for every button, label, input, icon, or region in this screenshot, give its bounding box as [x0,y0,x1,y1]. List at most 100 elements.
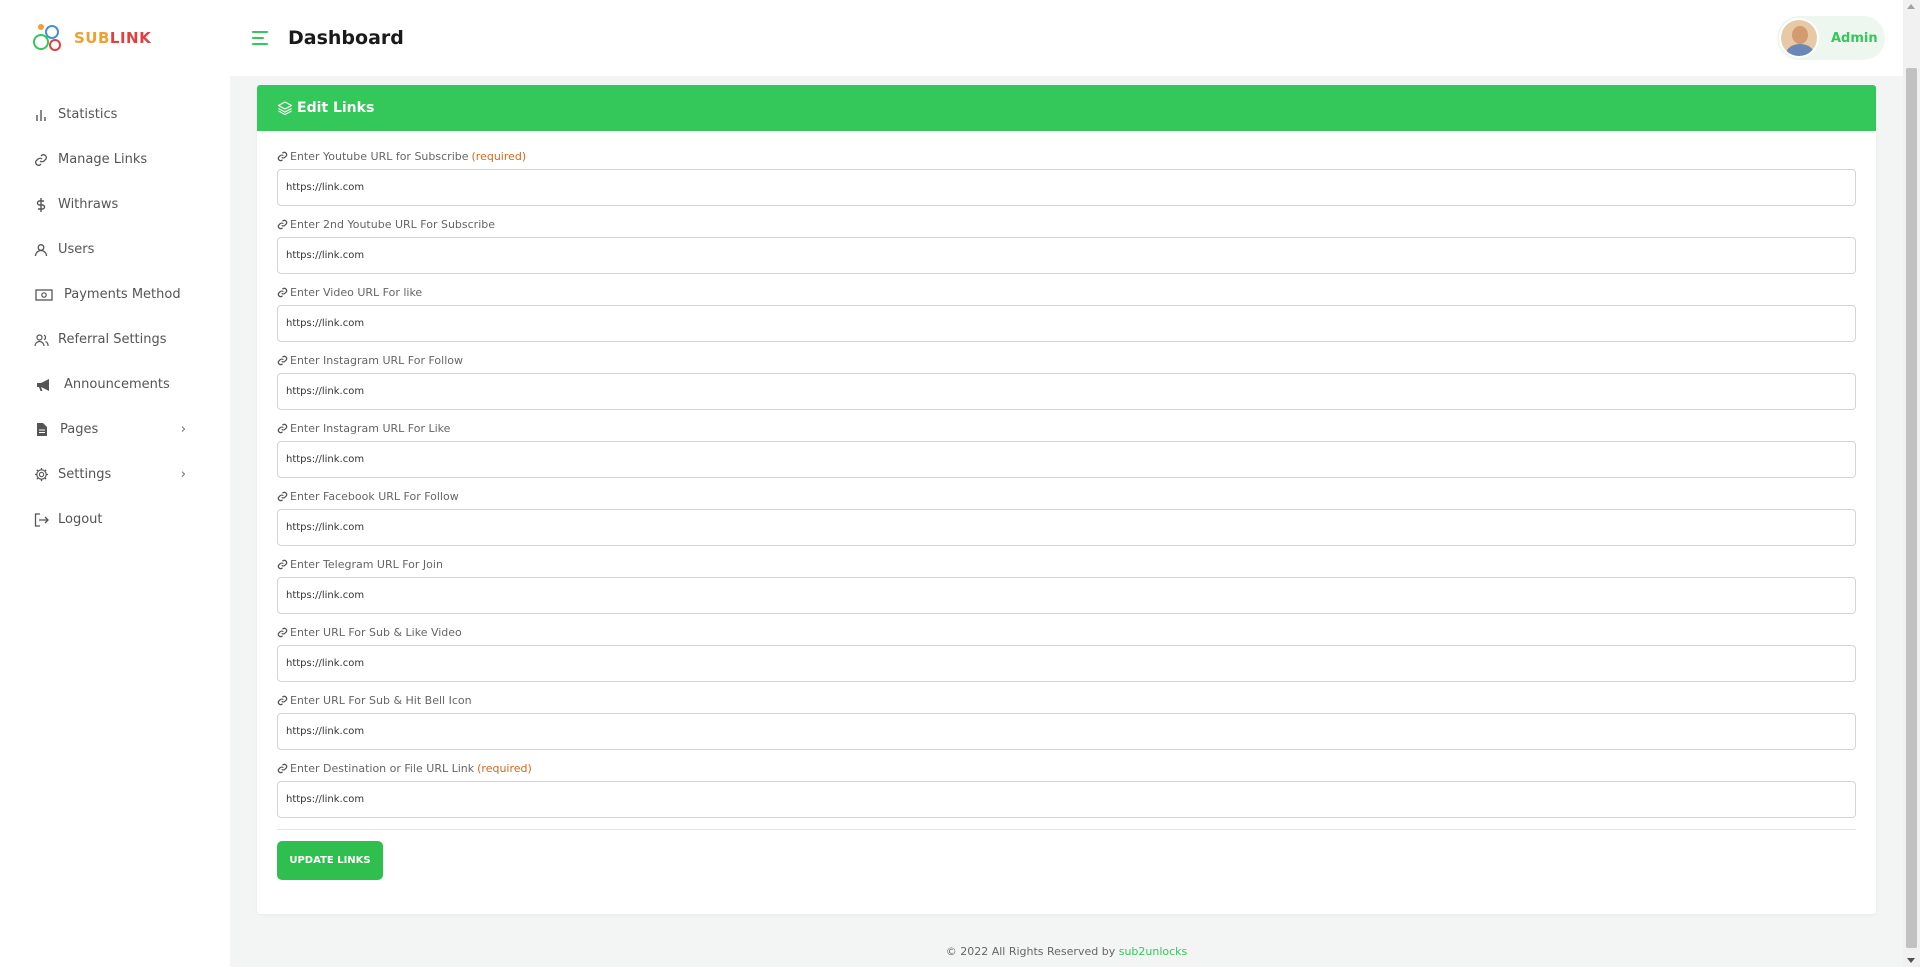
hamburger-menu-icon[interactable] [252,28,272,48]
sidebar-item-announcements[interactable]: Announcements [0,362,230,407]
sidebar-item-label: Manage Links [58,152,148,167]
chevron-right-icon: › [180,422,186,437]
money-icon [32,286,56,304]
scroll-up-arrow-icon[interactable] [1907,4,1915,9]
link-icon [277,559,288,570]
link-icon [277,627,288,638]
users-icon [32,331,50,349]
copyright-text: © 2022 All Rights Reserved by [945,945,1116,958]
sidebar-item-label: Announcements [64,377,170,392]
sidebar-item-users[interactable]: Users [0,227,230,272]
required-marker: (required) [477,761,532,775]
divider [277,829,1856,830]
link-icon [277,355,288,366]
link-icon [277,491,288,502]
update-links-button[interactable]: UPDATE LINKS [277,841,383,880]
brand-logo[interactable]: SUBLINK [0,0,230,76]
edit-links-form: Enter Youtube URL for Subscribe (require… [257,131,1876,880]
sidebar-nav: Statistics Manage Links Withraws Users P… [0,92,230,542]
user-name: Admin [1831,30,1878,46]
dollar-icon [32,196,50,214]
sidebar-item-label: Pages [60,422,99,437]
avatar [1779,18,1819,58]
sidebar: SUBLINK Statistics Manage Links Withraws [0,0,230,967]
sidebar-item-referral-settings[interactable]: Referral Settings [0,317,230,362]
footer-link[interactable]: sub2unlocks [1119,945,1188,958]
instagram-like-url-input[interactable] [277,441,1856,478]
field-youtube-subscribe-2: Enter 2nd Youtube URL For Subscribe [277,217,1856,274]
link-icon [277,219,288,230]
topbar: Dashboard Admin [230,0,1903,76]
destination-url-input[interactable] [277,781,1856,818]
field-label-text: Enter Facebook URL For Follow [290,489,459,503]
sidebar-item-label: Users [58,242,95,257]
link-icon [277,763,288,774]
field-label: Enter 2nd Youtube URL For Subscribe [277,217,1856,231]
footer: © 2022 All Rights Reserved by sub2unlock… [230,945,1903,958]
sidebar-item-manage-links[interactable]: Manage Links [0,137,230,182]
page-scrollbar[interactable] [1903,0,1920,967]
sidebar-item-withraws[interactable]: Withraws [0,182,230,227]
sub-like-video-url-input[interactable] [277,645,1856,682]
telegram-join-url-input[interactable] [277,577,1856,614]
field-label-text: Enter Destination or File URL Link [290,761,475,775]
sidebar-item-statistics[interactable]: Statistics [0,92,230,137]
sidebar-item-payments-method[interactable]: Payments Method [0,272,230,317]
field-sub-like-video: Enter URL For Sub & Like Video [277,625,1856,682]
sidebar-item-logout[interactable]: Logout [0,497,230,542]
logout-icon [32,511,50,529]
video-like-url-input[interactable] [277,305,1856,342]
layers-icon [277,100,293,116]
field-label: Enter Facebook URL For Follow [277,489,1856,503]
field-label: Enter URL For Sub & Like Video [277,625,1856,639]
link-icon [277,423,288,434]
field-label-text: Enter Video URL For like [290,285,423,299]
field-video-like: Enter Video URL For like [277,285,1856,342]
field-label: Enter Video URL For like [277,285,1856,299]
field-label-text: Enter Youtube URL for Subscribe [290,149,469,163]
instagram-follow-url-input[interactable] [277,373,1856,410]
field-label-text: Enter Instagram URL For Follow [290,353,463,367]
page-title: Dashboard [288,27,404,49]
sidebar-item-label: Settings [58,467,112,482]
field-label: Enter Telegram URL For Join [277,557,1856,571]
sub-hit-bell-url-input[interactable] [277,713,1856,750]
bar-chart-icon [32,106,50,124]
scrollbar-thumb[interactable] [1906,68,1917,948]
field-label: Enter URL For Sub & Hit Bell Icon [277,693,1856,707]
youtube-subscribe-2-url-input[interactable] [277,237,1856,274]
facebook-follow-url-input[interactable] [277,509,1856,546]
field-label-text: Enter Telegram URL For Join [290,557,443,571]
field-facebook-follow: Enter Facebook URL For Follow [277,489,1856,546]
card-header: Edit Links [257,85,1876,131]
field-instagram-follow: Enter Instagram URL For Follow [277,353,1856,410]
megaphone-icon [32,376,56,394]
field-destination-url: Enter Destination or File URL Link (requ… [277,761,1856,818]
user-menu[interactable]: Admin [1777,16,1885,60]
field-label-text: Enter Instagram URL For Like [290,421,451,435]
field-label: Enter Instagram URL For Follow [277,353,1856,367]
card-title: Edit Links [297,100,375,116]
field-telegram-join: Enter Telegram URL For Join [277,557,1856,614]
sidebar-item-label: Withraws [58,197,119,212]
link-icon [32,151,50,169]
logo-icon [32,22,64,54]
file-icon [32,421,52,439]
chevron-right-icon: › [180,467,186,482]
sidebar-item-settings[interactable]: Settings › [0,452,230,497]
sidebar-item-label: Statistics [58,107,118,122]
field-label: Enter Instagram URL For Like [277,421,1856,435]
field-youtube-subscribe: Enter Youtube URL for Subscribe (require… [277,149,1856,206]
field-label-text: Enter URL For Sub & Hit Bell Icon [290,693,472,707]
field-label: Enter Destination or File URL Link (requ… [277,761,1856,775]
field-label: Enter Youtube URL for Subscribe (require… [277,149,1856,163]
required-marker: (required) [471,149,527,163]
link-icon [277,151,288,162]
link-icon [277,695,288,706]
field-sub-hit-bell: Enter URL For Sub & Hit Bell Icon [277,693,1856,750]
youtube-subscribe-url-input[interactable] [277,169,1856,206]
scroll-down-arrow-icon[interactable] [1907,958,1915,963]
sidebar-item-pages[interactable]: Pages › [0,407,230,452]
sidebar-item-label: Payments Method [64,287,181,302]
brand-name-part2: LINK [109,29,152,47]
